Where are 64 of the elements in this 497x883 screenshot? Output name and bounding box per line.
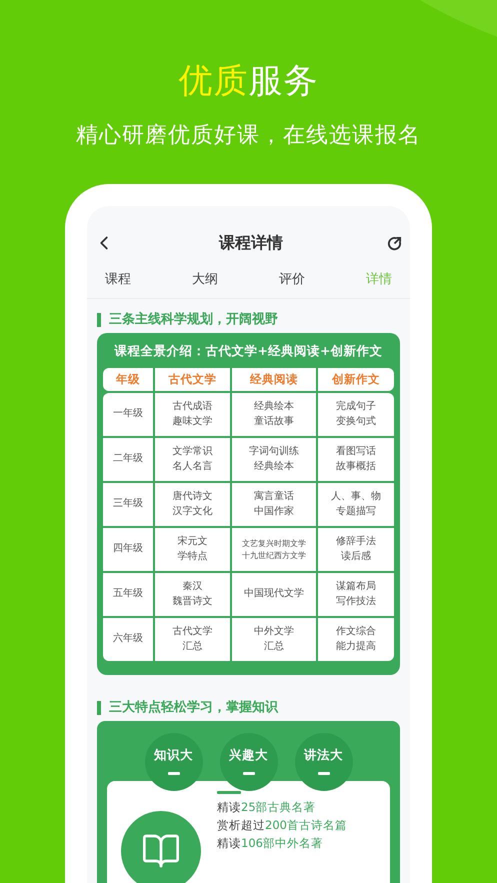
- table-cell-text: 汇总: [182, 640, 202, 654]
- screen-title: 课程详情: [219, 232, 283, 254]
- tab[interactable]: 评价: [279, 270, 305, 288]
- table-cell-text: 中国作家: [254, 504, 294, 518]
- section-heading: 三大特点轻松学习，掌握知识: [97, 701, 410, 715]
- tab[interactable]: 课程: [105, 270, 131, 288]
- hero-subtitle: 精心研磨优质好课，在线选课报名: [76, 122, 421, 150]
- table-cell-text: 经典绘本: [254, 400, 294, 414]
- table-cell-text: 字词句训练: [249, 445, 299, 459]
- table-cell-text: 二年级: [113, 452, 143, 466]
- share-button[interactable]: [387, 236, 402, 250]
- share-icon: [387, 236, 402, 250]
- table-cell-text: 三年级: [113, 497, 143, 512]
- table-cell-text: 汇总: [264, 640, 284, 654]
- table-cell-text: 寓言童话: [254, 490, 294, 504]
- table-cell-text: 故事概括: [336, 460, 376, 474]
- section-heading: 三条主线科学规划，开阔视野: [97, 313, 410, 327]
- table-cell-text: 读后感: [341, 550, 371, 564]
- column-header: 经典阅读: [232, 368, 316, 391]
- table-cell-text: 作文综合: [336, 625, 376, 639]
- table-cell-text: 谋篇布局: [336, 580, 376, 594]
- table-cell-text: 完成句子: [336, 400, 376, 414]
- table-cell-text: 古代成语: [172, 400, 212, 414]
- feature-line: 精读25部古典名著: [217, 800, 317, 815]
- table-cell-text: 四年级: [113, 542, 143, 556]
- table-cell-text: 能力提高: [336, 640, 376, 654]
- column-header: 年级: [103, 368, 153, 391]
- table-cell-text: 汉字文化: [172, 504, 212, 518]
- table-cell-text: 学特点: [178, 550, 208, 564]
- table-cell-text: 一年级: [113, 407, 143, 422]
- table-cell-text: 专题描写: [336, 504, 376, 518]
- tab[interactable]: 详情: [366, 270, 392, 288]
- table-cell-text: 唐代诗文: [172, 490, 212, 504]
- table-cell-text: 趣味文学: [172, 414, 212, 428]
- tab[interactable]: 大纲: [192, 270, 218, 288]
- table-cell-text: 宋元文: [178, 535, 208, 549]
- feature-button[interactable]: 讲法大: [294, 733, 352, 791]
- table-cell-text: 人、事、物: [331, 490, 381, 504]
- table-cell-text: 十九世纪西方文学: [242, 550, 306, 562]
- table-cell-text: 文艺复兴时期文学: [242, 538, 306, 550]
- table-cell-text: 中国现代文学: [244, 587, 304, 602]
- table-cell-text: 写作技法: [336, 594, 376, 608]
- accent-bar: [217, 791, 241, 794]
- table-cell-text: 五年级: [113, 587, 143, 602]
- feature-line: 精读106部中外名著: [217, 836, 324, 851]
- feature-line: 赏析超过200首古诗名篇: [217, 818, 347, 833]
- table-cell-text: 古代文学: [172, 625, 212, 639]
- table-cell-text: 修辞手法: [336, 535, 376, 549]
- table-caption: 课程全景介绍：古代文学+经典阅读+创新作文: [113, 343, 384, 360]
- table-cell-text: 六年级: [113, 632, 143, 646]
- column-header: 创新作文: [318, 368, 394, 391]
- hero-title: 优质服务: [178, 60, 318, 103]
- table-cell-text: 童话故事: [254, 414, 294, 428]
- column-header: 古代文学: [155, 368, 230, 391]
- table-cell-text: 中外文学: [254, 625, 294, 639]
- table-cell-text: 魏晋诗文: [172, 594, 212, 608]
- table-cell-text: 经典绘本: [254, 460, 294, 474]
- table-cell-text: 名人名言: [172, 460, 212, 474]
- table-cell-text: 变换句式: [336, 414, 376, 428]
- table-cell-text: 秦汉: [182, 580, 202, 594]
- table-cell-text: 看图写话: [336, 445, 376, 459]
- feature-button[interactable]: 兴趣大: [220, 733, 278, 791]
- table-cell-text: 文学常识: [172, 445, 212, 459]
- feature-button[interactable]: 知识大: [144, 733, 202, 791]
